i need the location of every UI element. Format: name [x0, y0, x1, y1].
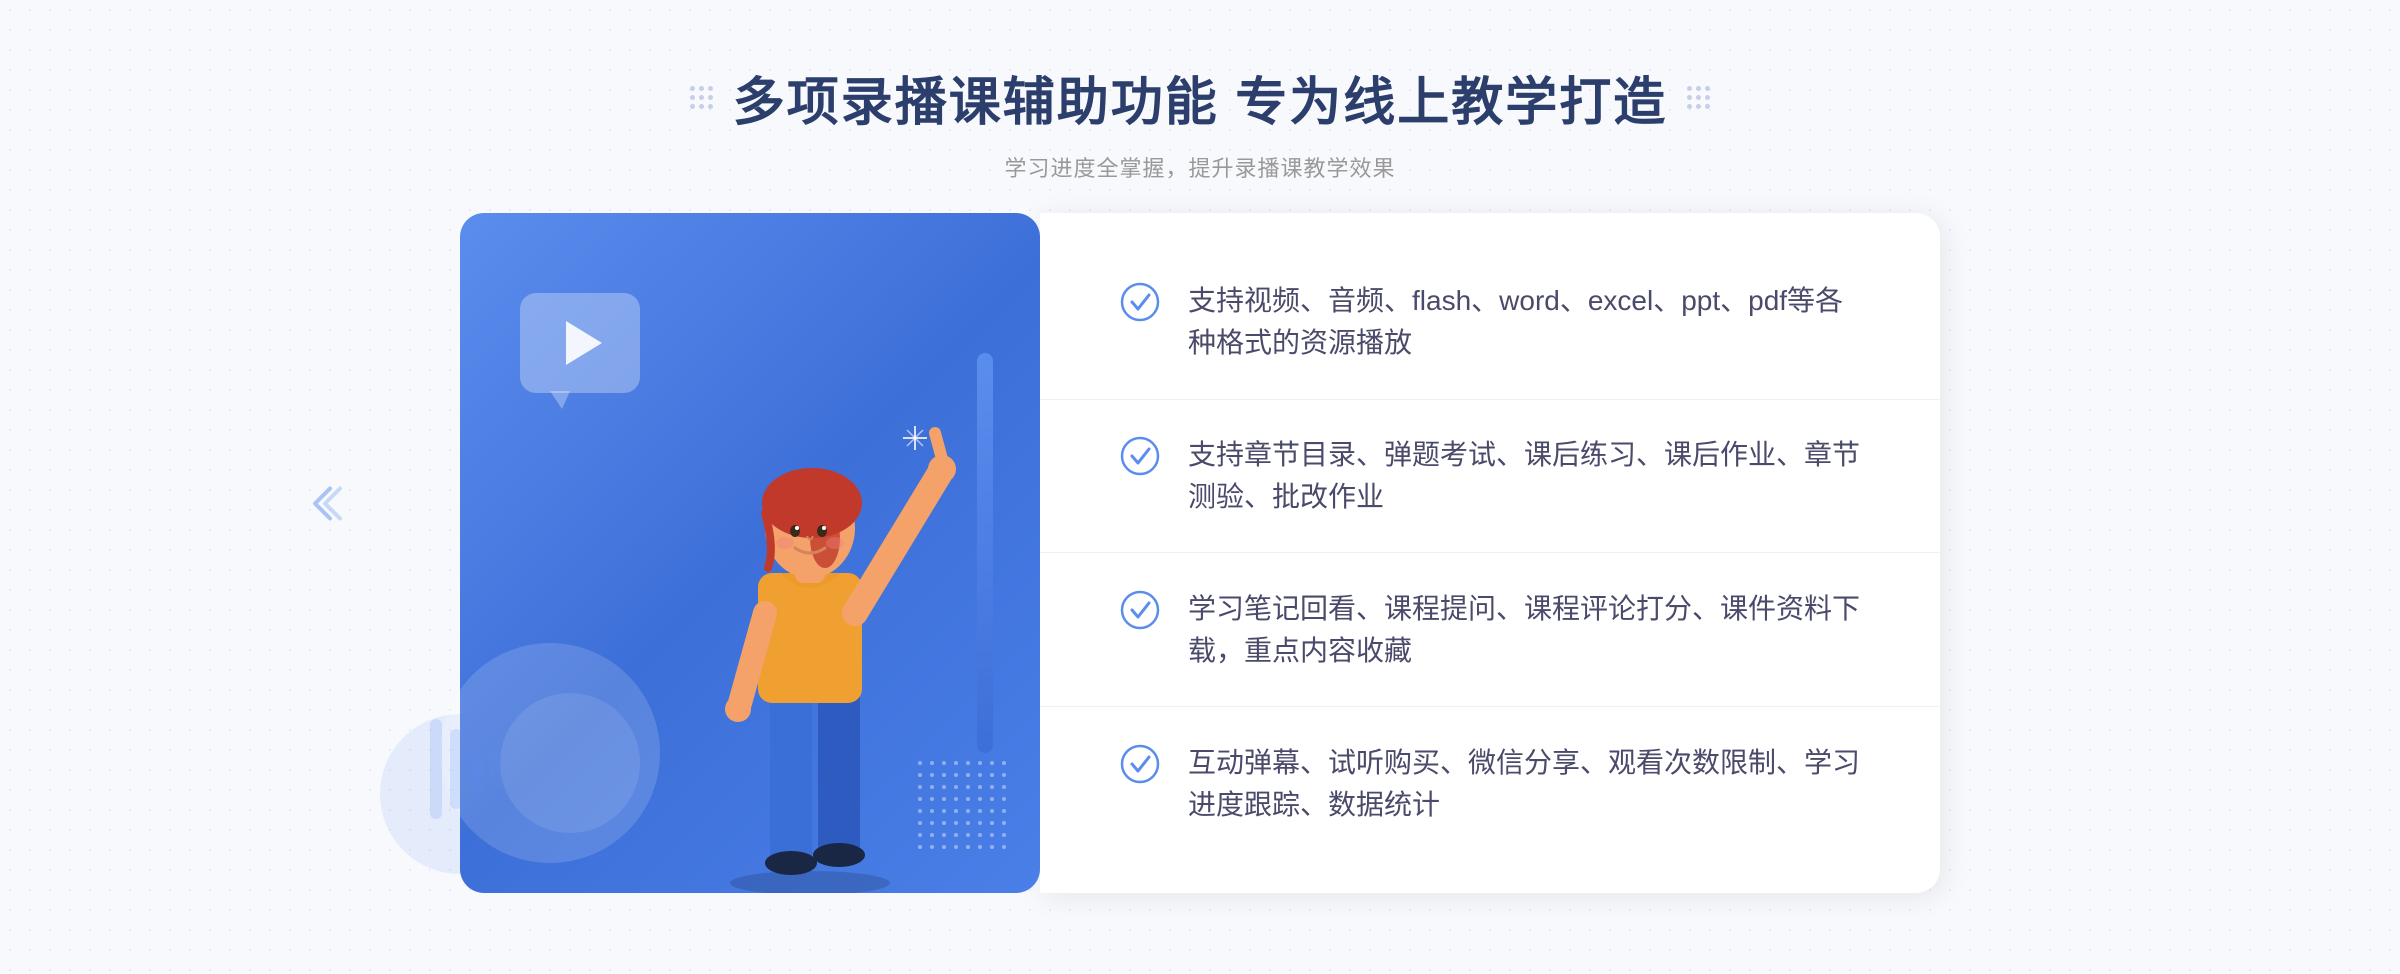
check-icon-3 [1120, 590, 1160, 630]
deco-circle-2 [500, 693, 640, 833]
feature-item-2: 支持章节目录、弹题考试、课后练习、课后作业、章节测验、批改作业 [1120, 434, 1860, 518]
left-chevron-decoration [300, 479, 350, 534]
stripe-decoration [430, 719, 510, 824]
feature-text-4: 互动弹幕、试听购买、微信分享、观看次数限制、学习进度跟踪、数据统计 [1188, 742, 1860, 826]
divider-2 [1040, 552, 1940, 553]
check-icon-2 [1120, 436, 1160, 476]
page-title: 多项录播课辅助功能 专为线上教学打造 [733, 60, 1667, 135]
play-icon [566, 321, 602, 365]
divider-1 [1040, 399, 1940, 400]
left-dots-decoration [690, 86, 713, 109]
features-panel: 支持视频、音频、flash、word、excel、ppt、pdf等各种格式的资源… [1040, 213, 1940, 893]
header-section: 多项录播课辅助功能 专为线上教学打造 学习进度全掌握，提升录播课教学效果 [690, 0, 1710, 213]
check-icon-4 [1120, 744, 1160, 784]
check-icon-1 [1120, 282, 1160, 322]
feature-item-4: 互动弹幕、试听购买、微信分享、观看次数限制、学习进度跟踪、数据统计 [1120, 742, 1860, 826]
feature-item-3: 学习笔记回看、课程提问、课程评论打分、课件资料下载，重点内容收藏 [1120, 588, 1860, 672]
main-content: 支持视频、音频、flash、word、excel、ppt、pdf等各种格式的资源… [400, 213, 2000, 893]
feature-text-1: 支持视频、音频、flash、word、excel、ppt、pdf等各种格式的资源… [1188, 280, 1860, 364]
feature-text-3: 学习笔记回看、课程提问、课程评论打分、课件资料下载，重点内容收藏 [1188, 588, 1860, 672]
accent-bar [977, 353, 993, 753]
title-wrapper: 多项录播课辅助功能 专为线上教学打造 [690, 60, 1710, 135]
feature-item-1: 支持视频、音频、flash、word、excel、ppt、pdf等各种格式的资源… [1120, 280, 1860, 364]
illustration-card [460, 213, 1040, 893]
page-subtitle: 学习进度全掌握，提升录播课教学效果 [690, 151, 1710, 183]
right-dots-decoration [1687, 86, 1710, 109]
divider-3 [1040, 706, 1940, 707]
page-container: 多项录播课辅助功能 专为线上教学打造 学习进度全掌握，提升录播课教学效果 [0, 0, 2400, 974]
feature-text-2: 支持章节目录、弹题考试、课后练习、课后作业、章节测验、批改作业 [1188, 434, 1860, 518]
person-illustration [660, 373, 960, 893]
play-bubble [520, 293, 640, 393]
